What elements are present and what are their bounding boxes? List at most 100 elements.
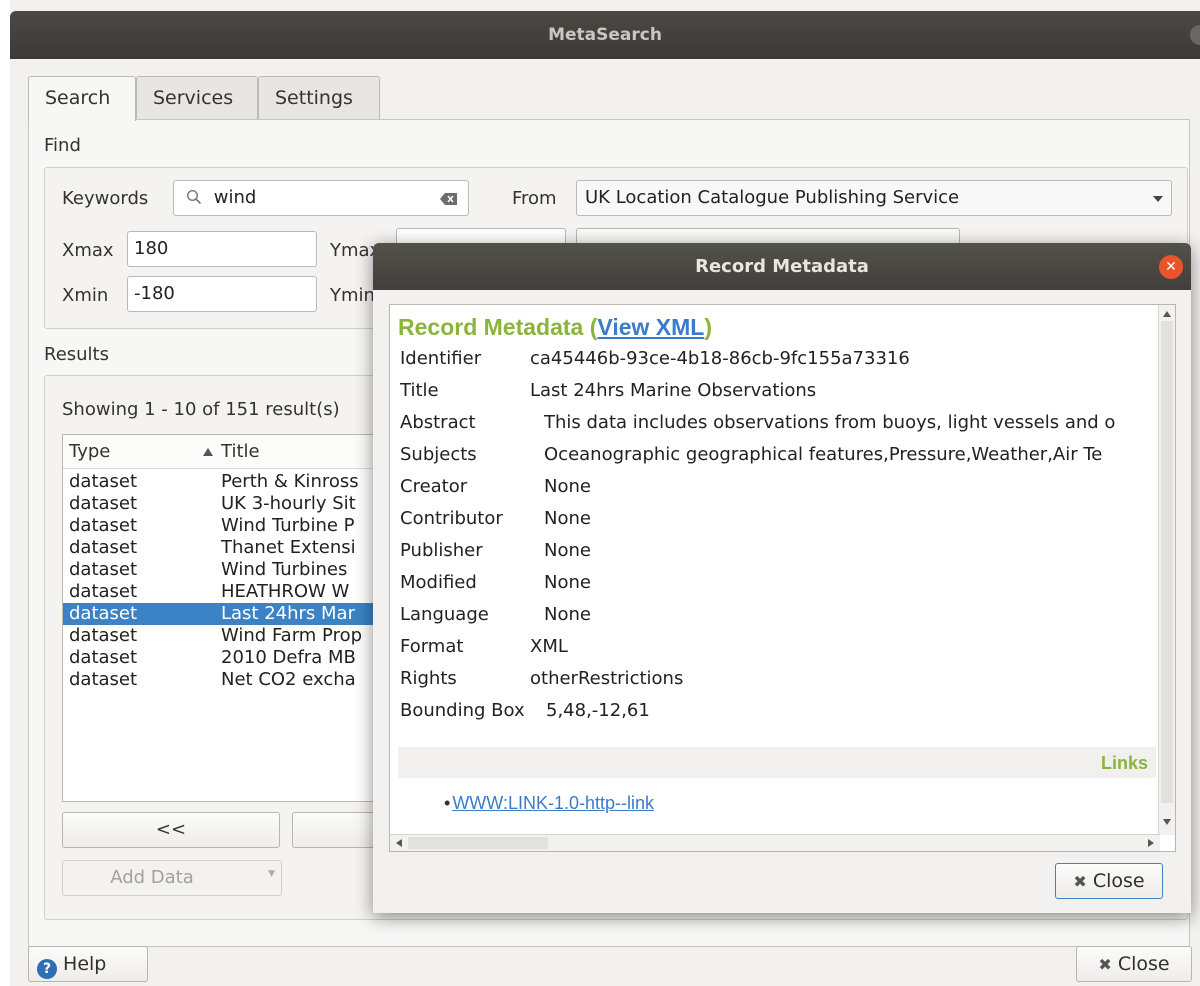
row-title: Wind Turbine P xyxy=(221,515,355,536)
window-titlebar[interactable]: MetaSearch xyxy=(10,11,1200,59)
scroll-up-icon[interactable] xyxy=(1163,311,1171,317)
row-title: 2010 Defra MB xyxy=(221,647,356,668)
scroll-down-icon[interactable] xyxy=(1163,819,1171,825)
table-row[interactable]: dataset Perth & Kinross xyxy=(63,471,401,493)
view-xml-link[interactable]: View XML xyxy=(597,314,704,340)
field-value: None xyxy=(544,540,591,561)
bullet-icon: • xyxy=(444,793,451,813)
table-row[interactable]: dataset Net CO2 excha xyxy=(63,669,401,691)
row-type: dataset xyxy=(69,471,138,492)
row-title: Last 24hrs Mar xyxy=(221,603,355,624)
table-row[interactable]: dataset Thanet Extensi xyxy=(63,537,401,559)
table-header: Type Title xyxy=(63,435,401,469)
metadata-heading: Record Metadata (View XML) xyxy=(398,314,712,340)
field-value: None xyxy=(544,508,591,529)
field-value: Oceanographic geographical features,Pres… xyxy=(544,444,1103,465)
tab-search[interactable]: Search xyxy=(28,76,136,121)
previous-page-button[interactable]: << xyxy=(62,812,280,848)
row-type: dataset xyxy=(69,559,138,580)
table-row[interactable]: dataset HEATHROW W xyxy=(63,581,401,603)
field-value: None xyxy=(544,604,591,625)
field-value: XML xyxy=(530,636,568,657)
column-header-title[interactable]: Title xyxy=(221,435,260,469)
field-key: Creator xyxy=(400,476,468,497)
links-section-header: Links xyxy=(398,747,1156,778)
results-count: Showing 1 - 10 of 151 result(s) xyxy=(62,399,340,420)
xmax-label: Xmax xyxy=(62,240,114,261)
close-icon: ✖ xyxy=(1098,955,1112,974)
catalog-select[interactable]: UK Location Catalogue Publishing Service xyxy=(576,180,1172,216)
close-icon: ✖ xyxy=(1073,872,1087,891)
add-data-button[interactable]: Add Data ▼ xyxy=(62,860,282,896)
xmax-input[interactable]: 180 xyxy=(127,231,317,267)
chevron-down-icon xyxy=(1153,196,1163,202)
window-close-icon[interactable] xyxy=(1190,25,1200,45)
window-title: MetaSearch xyxy=(548,25,662,45)
horizontal-scrollbar[interactable] xyxy=(390,834,1160,851)
field-key: Title xyxy=(400,380,439,401)
from-label: From xyxy=(512,188,557,209)
field-key: Rights xyxy=(400,668,457,689)
field-key: Modified xyxy=(400,572,477,593)
table-row[interactable]: dataset Wind Turbine P xyxy=(63,515,401,537)
ymin-label: Ymin xyxy=(330,285,375,306)
close-button[interactable]: ✖ Close xyxy=(1076,946,1192,982)
row-type: dataset xyxy=(69,669,138,690)
field-value: None xyxy=(544,476,591,497)
scrollbar-thumb[interactable] xyxy=(1161,321,1173,803)
results-section-label: Results xyxy=(44,344,109,365)
close-label: Close xyxy=(1117,953,1170,975)
field-key: Identifier xyxy=(400,348,482,369)
row-type: dataset xyxy=(69,603,138,624)
dialog-titlebar[interactable]: Record Metadata ✕ xyxy=(373,243,1191,290)
scroll-right-icon[interactable] xyxy=(1148,839,1154,847)
catalog-select-value: UK Location Catalogue Publishing Service xyxy=(585,187,960,208)
row-title: Thanet Extensi xyxy=(221,537,356,558)
field-key: Abstract xyxy=(400,412,476,433)
dialog-close-label: Close xyxy=(1092,870,1145,892)
metadata-content: Record Metadata (View XML) Identifier ca4… xyxy=(390,305,1160,835)
field-value: otherRestrictions xyxy=(530,668,684,689)
row-title: HEATHROW W xyxy=(221,581,350,602)
field-key: Publisher xyxy=(400,540,483,561)
heading-text: Record Metadata xyxy=(398,314,584,340)
www-link[interactable]: WWW:LINK-1.0-http--link xyxy=(452,793,654,813)
row-type: dataset xyxy=(69,625,138,646)
keywords-value: wind xyxy=(213,187,257,208)
field-value: This data includes observations from buo… xyxy=(544,412,1116,433)
row-type: dataset xyxy=(69,537,138,558)
scroll-left-icon[interactable] xyxy=(396,839,402,847)
table-row[interactable]: dataset Wind Farm Prop xyxy=(63,625,401,647)
field-value: ca45446b-93ce-4b18-86cb-9fc155a73316 xyxy=(530,348,910,369)
dropdown-handle-icon: ▼ xyxy=(268,869,275,879)
help-icon: ? xyxy=(37,959,57,979)
metadata-view[interactable]: Record Metadata (View XML) Identifier ca4… xyxy=(389,304,1176,852)
row-type: dataset xyxy=(69,647,138,668)
xmin-input[interactable]: -180 xyxy=(127,276,317,312)
dialog-close-icon[interactable]: ✕ xyxy=(1159,255,1183,279)
tab-services[interactable]: Services xyxy=(136,76,258,120)
help-button[interactable]: ? Help xyxy=(28,946,148,982)
vertical-scrollbar[interactable] xyxy=(1158,305,1175,835)
sort-ascending-icon xyxy=(203,448,213,456)
dialog-title: Record Metadata xyxy=(695,256,869,277)
clear-input-icon[interactable] xyxy=(440,192,458,206)
table-row[interactable]: dataset UK 3-hourly Sit xyxy=(63,493,401,515)
column-header-type[interactable]: Type xyxy=(69,435,110,469)
field-key: Contributor xyxy=(400,508,503,529)
results-table[interactable]: Type Title dataset Perth & Kinross datase… xyxy=(62,434,402,802)
table-row[interactable]: dataset 2010 Defra MB xyxy=(63,647,401,669)
row-title: Wind Turbines xyxy=(221,559,348,580)
row-title: UK 3-hourly Sit xyxy=(221,493,356,514)
field-value: None xyxy=(544,572,591,593)
keywords-search-input[interactable]: wind xyxy=(173,180,469,216)
tab-settings[interactable]: Settings xyxy=(258,76,380,120)
row-title: Wind Farm Prop xyxy=(221,625,363,646)
find-section-label: Find xyxy=(44,135,81,156)
row-title: Net CO2 excha xyxy=(221,669,356,690)
table-row[interactable]: dataset Wind Turbines xyxy=(63,559,401,581)
table-row-selected[interactable]: dataset Last 24hrs Mar xyxy=(63,603,401,625)
dialog-close-button[interactable]: ✖ Close xyxy=(1055,863,1163,899)
field-value: 5,48,-12,61 xyxy=(546,700,650,721)
scrollbar-thumb[interactable] xyxy=(408,837,548,849)
